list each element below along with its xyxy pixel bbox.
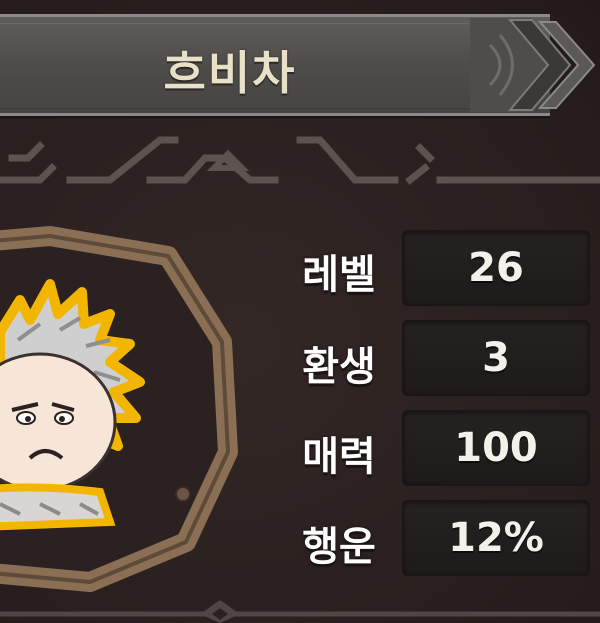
stat-value-box-charm: 100 xyxy=(402,410,590,486)
name-banner: 흐비차 xyxy=(0,14,550,116)
stat-value-box-level: 26 xyxy=(402,230,590,306)
stat-value-box-rebirth: 3 xyxy=(402,320,590,396)
stat-label-rebirth: 환생 xyxy=(302,344,376,390)
stat-label-charm: 매력 xyxy=(302,434,376,480)
stat-label-level: 레벨 xyxy=(302,252,376,298)
stat-value-box-luck: 12% xyxy=(402,500,590,576)
stat-value-luck: 12% xyxy=(448,515,544,561)
character-portrait xyxy=(0,226,238,592)
ornament-divider-icon xyxy=(0,136,600,185)
chevron-right-icon xyxy=(470,18,596,112)
character-name: 흐비차 xyxy=(163,46,297,100)
stat-value-level: 26 xyxy=(468,245,524,291)
stat-label-luck: 행운 xyxy=(302,524,376,570)
stat-value-charm: 100 xyxy=(454,425,538,471)
bottom-ornament-icon xyxy=(0,600,600,623)
stat-value-rebirth: 3 xyxy=(482,335,510,381)
